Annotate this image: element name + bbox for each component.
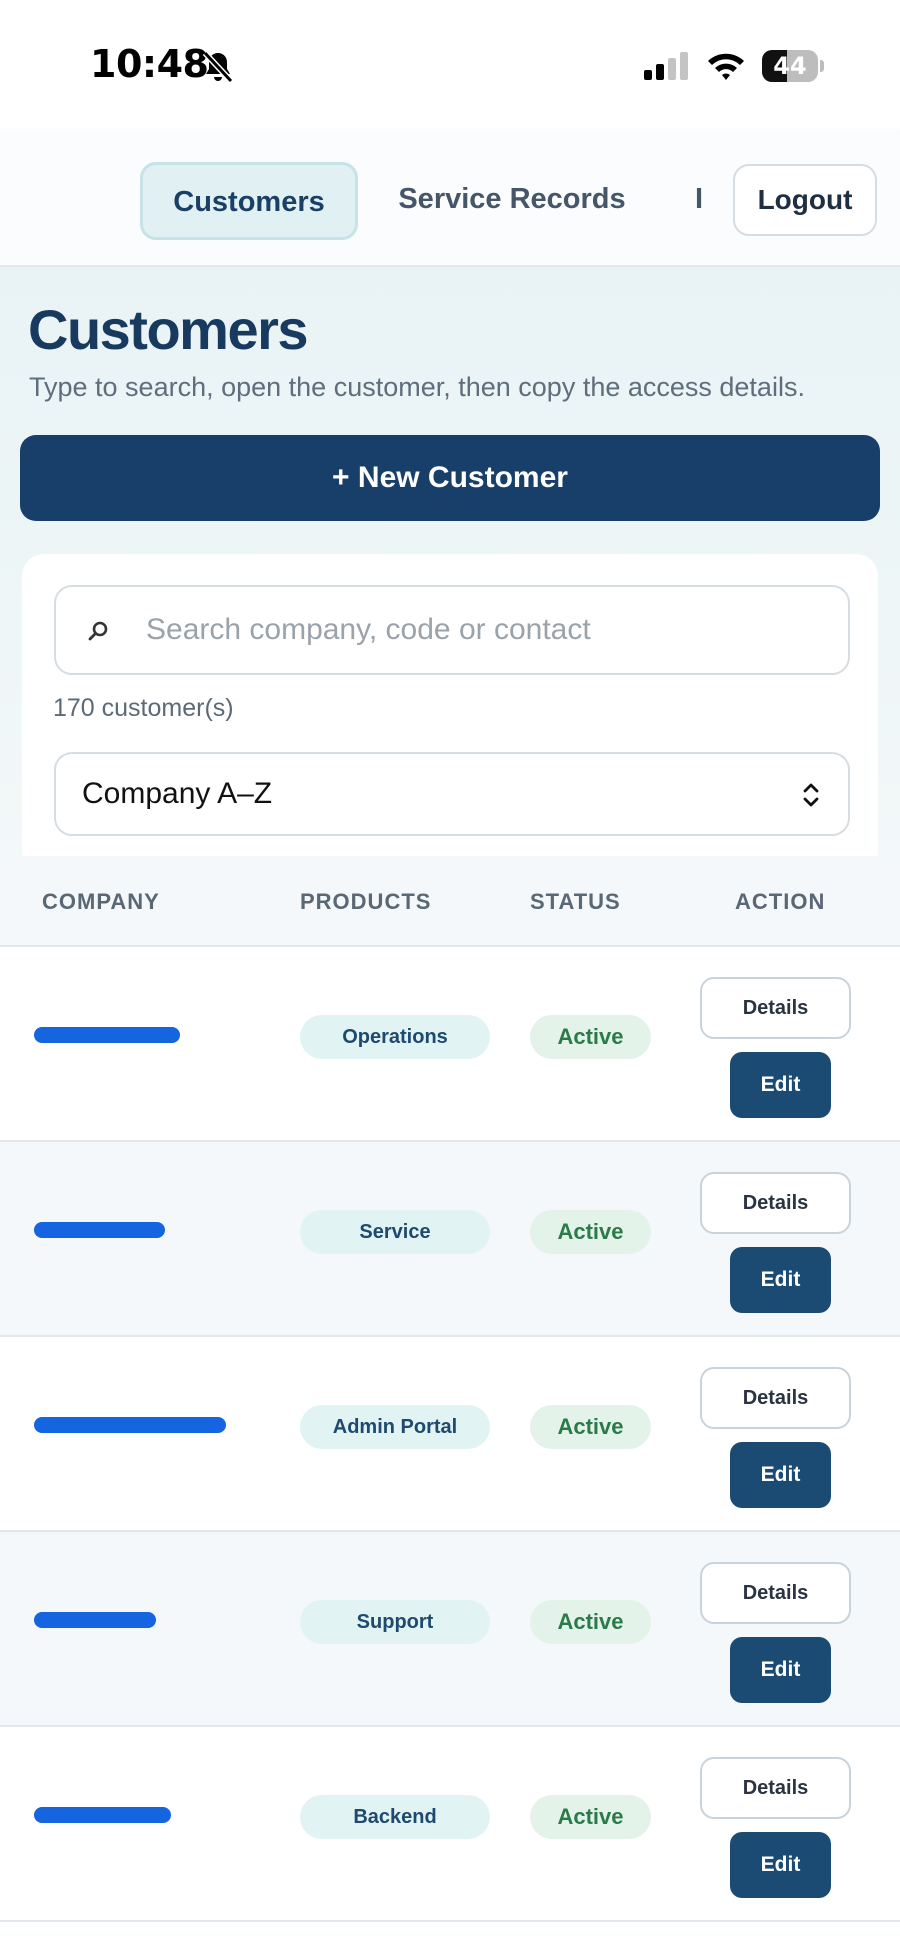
- signal-icon: [644, 52, 688, 80]
- company-link[interactable]: [34, 1807, 171, 1823]
- battery-level: 44: [773, 52, 807, 80]
- company-link[interactable]: [34, 1027, 180, 1043]
- product-badge: Support: [300, 1600, 490, 1644]
- edit-button[interactable]: Edit: [730, 1247, 831, 1313]
- new-customer-button[interactable]: + New Customer: [20, 435, 880, 521]
- company-link[interactable]: [34, 1222, 165, 1238]
- main-content: Customers Type to search, open the custo…: [0, 267, 900, 874]
- table-row: Admin Portal Active Details Edit: [0, 1337, 900, 1532]
- status-badge: Active: [530, 1405, 651, 1449]
- product-badge: Operations: [300, 1015, 490, 1059]
- product-badge: Admin Portal: [300, 1405, 490, 1449]
- status-bar: 10:48 44: [0, 0, 900, 130]
- tab-truncated[interactable]: I: [690, 162, 708, 240]
- status-time: 10:48: [90, 42, 209, 86]
- status-badge: Active: [530, 1210, 651, 1254]
- details-button[interactable]: Details: [700, 1757, 851, 1819]
- table-header: COMPANY PRODUCTS STATUS ACTION: [0, 856, 900, 947]
- company-link[interactable]: [34, 1612, 156, 1628]
- search-icon: [88, 621, 108, 641]
- battery-icon: 44: [762, 50, 824, 82]
- status-badge: Active: [530, 1795, 651, 1839]
- page-title: Customers: [28, 298, 309, 361]
- chevron-updown-icon: [803, 783, 819, 807]
- status-badge: Active: [530, 1015, 651, 1059]
- company-link[interactable]: [34, 1417, 226, 1433]
- logout-button[interactable]: Logout: [733, 164, 877, 236]
- edit-button[interactable]: Edit: [730, 1637, 831, 1703]
- table-row: Service Active Details Edit: [0, 1142, 900, 1337]
- page-subtitle: Type to search, open the customer, then …: [29, 372, 805, 402]
- sort-select[interactable]: Company A–Z: [54, 752, 850, 836]
- details-button[interactable]: Details: [700, 977, 851, 1039]
- edit-button[interactable]: Edit: [730, 1832, 831, 1898]
- product-badge: Backend: [300, 1795, 490, 1839]
- filter-card: Search company, code or contact 170 cust…: [22, 554, 878, 874]
- details-button[interactable]: Details: [700, 1562, 851, 1624]
- details-button[interactable]: Details: [700, 1172, 851, 1234]
- table-row: Backend Active Details Edit: [0, 1727, 900, 1922]
- table-row: Support Active Details Edit: [0, 1532, 900, 1727]
- search-placeholder: Search company, code or contact: [146, 613, 591, 646]
- product-badge: Service: [300, 1210, 490, 1254]
- sort-selected-value: Company A–Z: [82, 777, 273, 810]
- edit-button[interactable]: Edit: [730, 1442, 831, 1508]
- table-row: Operations Active Details Edit: [0, 947, 900, 1142]
- tab-customers[interactable]: Customers: [140, 162, 358, 240]
- customer-count: 170 customer(s): [53, 694, 234, 722]
- column-header-status: STATUS: [530, 889, 621, 914]
- edit-button[interactable]: Edit: [730, 1052, 831, 1118]
- tab-service-records[interactable]: Service Records: [382, 162, 642, 240]
- details-button[interactable]: Details: [700, 1367, 851, 1429]
- column-header-company: COMPANY: [42, 889, 160, 914]
- search-input[interactable]: Search company, code or contact: [54, 585, 850, 675]
- top-nav: Customers Service Records I Logout: [0, 130, 900, 267]
- status-badge: Active: [530, 1600, 651, 1644]
- wifi-icon: [708, 53, 744, 80]
- column-header-action: ACTION: [735, 889, 826, 914]
- bell-slash-icon: [202, 50, 234, 84]
- column-header-products: PRODUCTS: [300, 889, 432, 914]
